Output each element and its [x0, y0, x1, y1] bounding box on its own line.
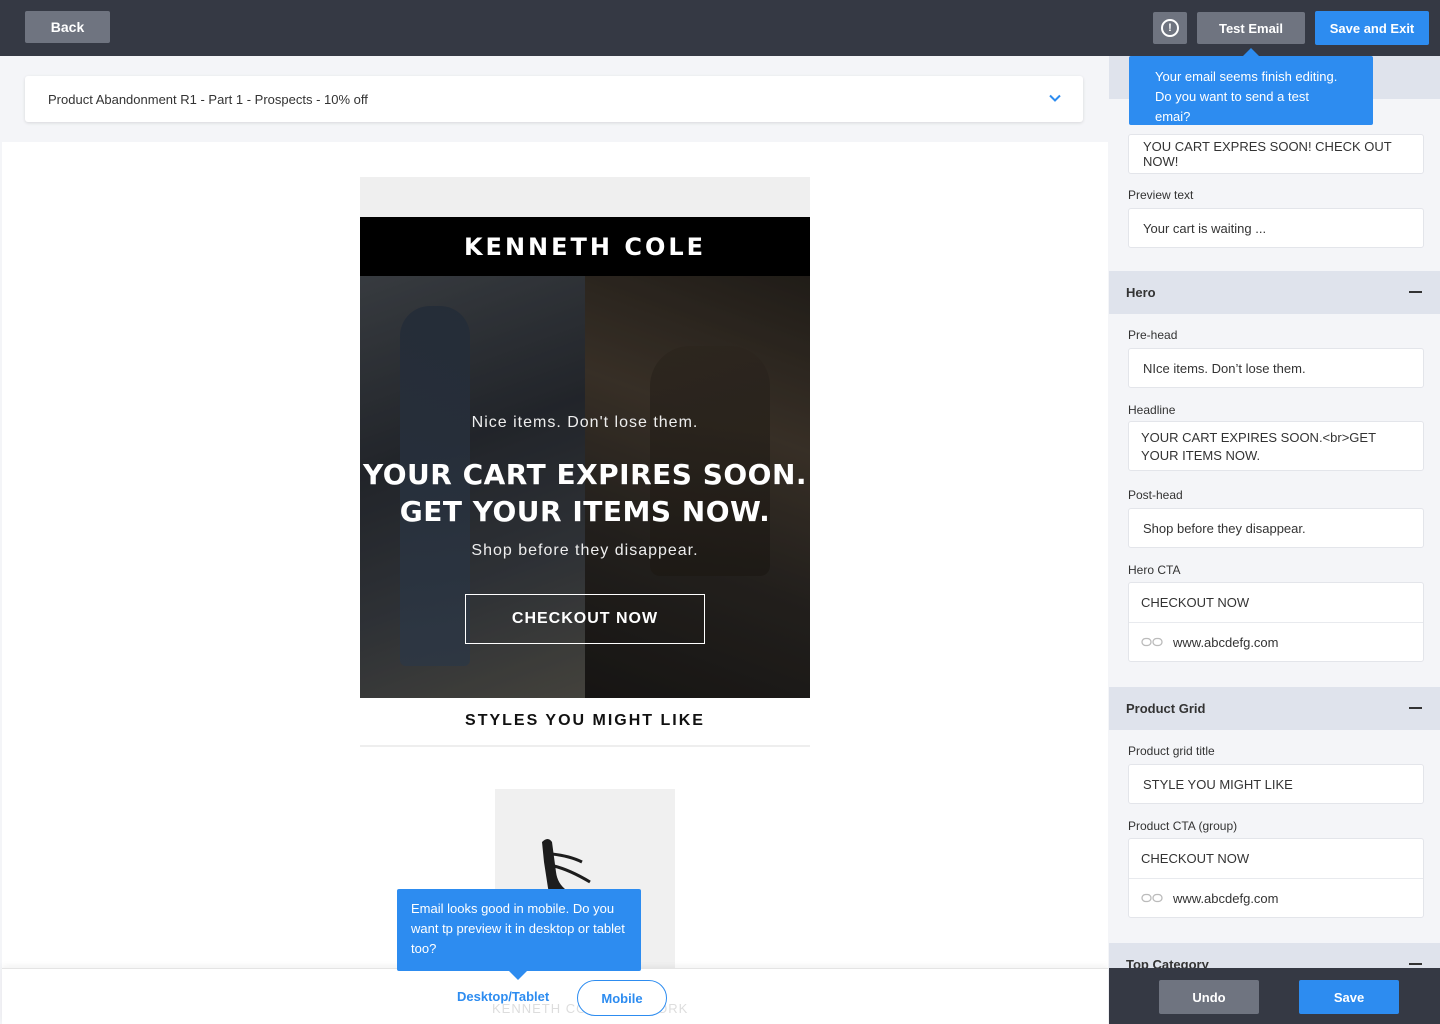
chevron-down-icon — [1049, 94, 1061, 102]
hero-section-title: Hero — [1126, 285, 1156, 300]
subject-line-input[interactable]: YOU CART EXPRES SOON! CHECK OUT NOW! — [1128, 134, 1424, 174]
divider — [360, 745, 810, 747]
info-circle-icon: ! — [1161, 19, 1179, 37]
prehead-input[interactable]: NIce items. Don’t lose them. — [1128, 348, 1424, 388]
save-and-exit-button[interactable]: Save and Exit — [1315, 11, 1429, 45]
prehead-label: Pre-head — [1128, 328, 1178, 342]
hero-cta-label: Hero CTA — [1128, 563, 1181, 577]
collapse-icon[interactable] — [1409, 707, 1422, 709]
hero-headline-line1: YOUR CART EXPIRES SOON. — [362, 458, 808, 491]
top-category-section-title: Top Category — [1126, 957, 1209, 968]
brand-logo: KENNETH COLE — [463, 232, 707, 261]
email-preview: KENNETH COLE Nice items. Don't lose them… — [360, 177, 810, 979]
save-button[interactable]: Save — [1299, 980, 1399, 1014]
product-grid-title-input[interactable]: STYLE YOU MIGHT LIKE — [1128, 764, 1424, 804]
campaign-header: Product Abandonment R1 - Part 1 - Prospe… — [2, 56, 1108, 142]
campaign-name: Product Abandonment R1 - Part 1 - Prospe… — [48, 92, 368, 107]
hero-cta-url: www.abcdefg.com — [1173, 634, 1279, 650]
back-button[interactable]: Back — [25, 11, 110, 43]
link-icon — [1141, 893, 1163, 903]
link-icon — [1141, 637, 1163, 647]
undo-button[interactable]: Undo — [1159, 980, 1259, 1014]
top-category-section-header[interactable]: Top Category — [1109, 943, 1440, 968]
email-canvas: Product Abandonment R1 - Part 1 - Prospe… — [2, 56, 1108, 979]
campaign-select[interactable]: Product Abandonment R1 - Part 1 - Prospe… — [25, 76, 1083, 122]
hero-section-header[interactable]: Hero — [1109, 271, 1440, 314]
hero-section[interactable]: Nice items. Don't lose them. YOUR CART E… — [360, 276, 810, 698]
product-cta-url-input[interactable]: www.abcdefg.com — [1129, 879, 1423, 917]
mobile-preview-tooltip: Email looks good in mobile. Do you want … — [397, 889, 641, 980]
product-grid-title-label: Product grid title — [1128, 744, 1215, 758]
product-cta-label: Product CTA (group) — [1128, 819, 1238, 833]
product-cta-text-input[interactable]: CHECKOUT NOW — [1129, 839, 1423, 879]
product-grid-title: STYLES YOU MIGHT LIKE — [465, 712, 705, 729]
test-email-button[interactable]: Test Email — [1197, 12, 1305, 44]
product-grid-section-header[interactable]: Product Grid — [1109, 687, 1440, 730]
hero-headline-line2: GET YOUR ITEMS NOW. — [399, 495, 771, 528]
email-top-strip — [360, 177, 810, 217]
headline-label: Headline — [1128, 403, 1176, 417]
desktop-tablet-tab[interactable]: Desktop/Tablet — [457, 989, 549, 1004]
settings-sidebar: YOU CART EXPRES SOON! CHECK OUT NOW! Pre… — [1109, 56, 1440, 968]
hero-cta-button[interactable]: CHECKOUT NOW — [465, 594, 705, 644]
hero-prehead: Nice items. Don't lose them. — [471, 414, 699, 431]
posthead-input[interactable]: Shop before they disappear. — [1128, 508, 1424, 548]
posthead-label: Post-head — [1128, 488, 1183, 502]
hero-headline: YOUR CART EXPIRES SOON. GET YOUR ITEMS N… — [360, 456, 810, 530]
headline-textarea[interactable]: YOUR CART EXPIRES SOON.<br>GET YOUR ITEM… — [1128, 421, 1424, 471]
preview-text-label: Preview text — [1128, 188, 1194, 202]
product-cta-group: CHECKOUT NOW www.abcdefg.com — [1128, 838, 1424, 918]
collapse-icon[interactable] — [1409, 963, 1422, 965]
hero-cta-url-input[interactable]: www.abcdefg.com — [1129, 623, 1423, 661]
hero-cta-group: CHECKOUT NOW www.abcdefg.com — [1128, 582, 1424, 662]
mobile-tab[interactable]: Mobile — [577, 980, 667, 1016]
product-grid-section-title: Product Grid — [1126, 701, 1206, 716]
test-email-tooltip: Your email seems finish editing. Do you … — [1129, 48, 1373, 125]
hero-cta-text-input[interactable]: CHECKOUT NOW — [1129, 583, 1423, 623]
product-cta-url: www.abcdefg.com — [1173, 890, 1279, 906]
collapse-icon[interactable] — [1409, 291, 1422, 293]
info-button[interactable]: ! — [1153, 12, 1187, 44]
preview-text-input[interactable]: Your cart is waiting ... — [1128, 208, 1424, 248]
top-toolbar: Back ! Test Email Save and Exit — [0, 0, 1440, 56]
preview-mode-bar: KENNETH COLE NEW YORK Desktop/Tablet Mob… — [2, 968, 1108, 1024]
hero-posthead: Shop before they disappear. — [471, 542, 699, 559]
brand-bar: KENNETH COLE — [360, 217, 810, 276]
sidebar-footer: Undo Save — [1109, 968, 1440, 1024]
